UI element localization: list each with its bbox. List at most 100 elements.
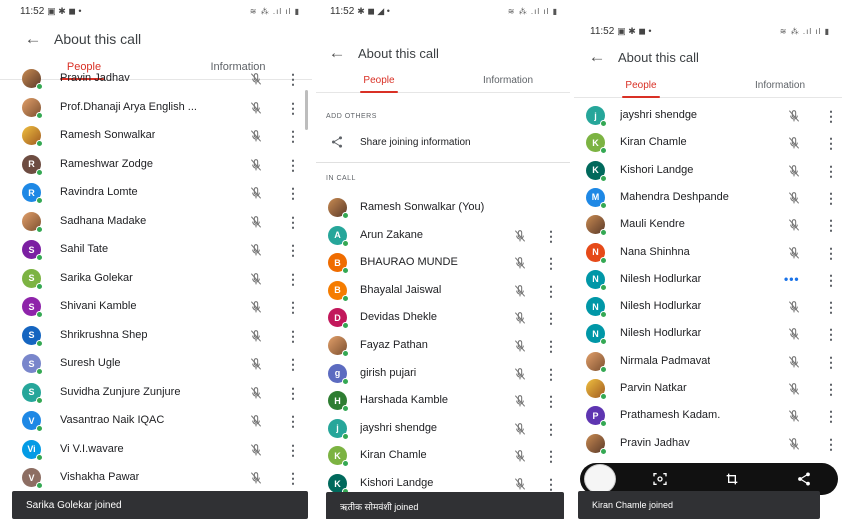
thumbnail-preview[interactable] (584, 464, 616, 494)
mic-off-icon[interactable] (786, 436, 802, 452)
mic-off-icon[interactable] (512, 476, 528, 492)
mic-off-icon[interactable] (248, 413, 264, 429)
more-vert-icon[interactable]: ⋮ (824, 108, 838, 124)
mic-off-icon[interactable] (512, 421, 528, 437)
mic-off-icon[interactable] (512, 228, 528, 244)
mic-off-icon[interactable] (248, 299, 264, 315)
participant-row[interactable]: M Mahendra Deshpande ⋮ (574, 184, 842, 212)
mic-off-icon[interactable] (512, 338, 528, 354)
more-vert-icon[interactable]: ⋮ (286, 413, 300, 429)
participant-row[interactable]: S Suvidha Zunjure Zunjure ⋮ (0, 379, 312, 407)
more-vert-icon[interactable]: ⋮ (544, 448, 558, 464)
back-arrow-icon[interactable]: ← (582, 47, 612, 67)
mic-off-icon[interactable] (248, 128, 264, 144)
more-vert-icon[interactable]: ⋮ (286, 242, 300, 258)
participant-row[interactable]: S Suresh Ugle ⋮ (0, 350, 312, 378)
more-vert-icon[interactable]: ⋮ (824, 408, 838, 424)
participant-row[interactable]: B Bhayalal Jaiswal ⋮ (316, 277, 570, 305)
mic-off-icon[interactable] (512, 255, 528, 271)
more-vert-icon[interactable]: ⋮ (824, 381, 838, 397)
share-joining-info-row[interactable]: Share joining information (316, 130, 570, 156)
participant-row[interactable]: N Nilesh Hodlurkar ⋮ (574, 293, 842, 321)
mic-off-icon[interactable] (248, 157, 264, 173)
mic-off-icon[interactable] (248, 185, 264, 201)
more-vert-icon[interactable]: ⋮ (824, 354, 838, 370)
mic-off-icon[interactable] (248, 328, 264, 344)
more-vert-icon[interactable]: ⋮ (824, 436, 838, 452)
mic-off-icon[interactable] (786, 163, 802, 179)
participant-row[interactable]: S Shivani Kamble ⋮ (0, 293, 312, 321)
more-vert-icon[interactable]: ⋮ (824, 163, 838, 179)
more-vert-icon[interactable]: ⋮ (544, 255, 558, 271)
mic-off-icon[interactable] (512, 283, 528, 299)
mic-off-icon[interactable] (786, 408, 802, 424)
participant-row[interactable]: D Devidas Dhekle ⋮ (316, 304, 570, 332)
participant-row[interactable]: N Nana Shinhna ⋮ (574, 239, 842, 267)
more-vert-icon[interactable]: ⋮ (286, 128, 300, 144)
mic-off-icon[interactable] (248, 271, 264, 287)
mic-off-icon[interactable] (512, 366, 528, 382)
participant-row[interactable]: Nirmala Padmavat ⋮ (574, 348, 842, 376)
more-vert-icon[interactable]: ⋮ (824, 299, 838, 315)
mic-off-icon[interactable] (248, 442, 264, 458)
more-vert-icon[interactable]: ⋮ (544, 338, 558, 354)
more-vert-icon[interactable]: ⋮ (824, 326, 838, 342)
participant-row[interactable]: Ramesh Sonwalkar ⋮ (0, 122, 312, 150)
participant-row[interactable]: Pravin Jadhav ⋮ (574, 430, 842, 458)
more-vert-icon[interactable]: ⋮ (544, 310, 558, 326)
participant-row[interactable]: S Sarika Golekar ⋮ (0, 265, 312, 293)
more-vert-icon[interactable]: ⋮ (544, 283, 558, 299)
more-vert-icon[interactable]: ⋮ (824, 190, 838, 206)
participant-row[interactable]: S Sahil Tate ⋮ (0, 236, 312, 264)
participant-row[interactable]: Ramesh Sonwalkar (You) (316, 194, 570, 222)
participant-row[interactable]: Prof.Dhanaji Arya English ... ⋮ (0, 94, 312, 122)
more-vert-icon[interactable]: ⋮ (824, 272, 838, 288)
participant-row[interactable]: V Vishakha Pawar ⋮ (0, 464, 312, 492)
participant-row[interactable]: K Kiran Chamle ⋮ (316, 442, 570, 470)
participant-row[interactable]: A Arun Zakane ⋮ (316, 222, 570, 250)
more-vert-icon[interactable]: ⋮ (286, 442, 300, 458)
participant-row[interactable]: K Kiran Chamle ⋮ (574, 129, 842, 157)
mic-off-icon[interactable] (786, 190, 802, 206)
back-arrow-icon[interactable]: ← (322, 43, 352, 63)
participant-row[interactable]: Vi Vi V.I.wavare ⋮ (0, 436, 312, 464)
mic-off-icon[interactable] (248, 100, 264, 116)
participant-row[interactable]: R Ravindra Lomte ⋮ (0, 179, 312, 207)
mic-off-icon[interactable] (786, 354, 802, 370)
mic-off-icon[interactable] (248, 356, 264, 372)
tab-people[interactable]: People (618, 72, 664, 98)
more-vert-icon[interactable]: ⋮ (286, 214, 300, 230)
mic-off-icon[interactable] (786, 299, 802, 315)
more-vert-icon[interactable]: ⋮ (824, 245, 838, 261)
more-vert-icon[interactable]: ⋮ (824, 217, 838, 233)
participant-row[interactable]: K Kishori Landge ⋮ (574, 157, 842, 185)
participant-row[interactable]: Sadhana Madake ⋮ (0, 208, 312, 236)
scrollbar[interactable] (305, 90, 308, 130)
more-vert-icon[interactable]: ⋮ (544, 476, 558, 492)
more-vert-icon[interactable]: ⋮ (286, 356, 300, 372)
mic-off-icon[interactable] (786, 135, 802, 151)
participant-row[interactable]: Fayaz Pathan ⋮ (316, 332, 570, 360)
participant-row[interactable]: H Harshada Kamble ⋮ (316, 387, 570, 415)
participant-row[interactable]: g girish pujari ⋮ (316, 360, 570, 388)
mic-off-icon[interactable] (248, 385, 264, 401)
mic-off-icon[interactable] (512, 448, 528, 464)
mic-off-icon[interactable] (248, 470, 264, 486)
more-vert-icon[interactable]: ⋮ (286, 328, 300, 344)
more-vert-icon[interactable]: ⋮ (544, 421, 558, 437)
participant-row[interactable]: Mauli Kendre ⋮ (574, 211, 842, 239)
mic-off-icon[interactable] (248, 214, 264, 230)
participant-row[interactable]: N Nilesh Hodlurkar ⋮ (574, 320, 842, 348)
more-vert-icon[interactable]: ⋮ (286, 385, 300, 401)
tab-people[interactable]: People (356, 67, 402, 93)
mic-off-icon[interactable] (786, 217, 802, 233)
crop-rotate-icon[interactable] (724, 471, 740, 487)
tab-information[interactable]: Information (468, 67, 548, 93)
more-vert-icon[interactable]: ⋮ (544, 393, 558, 409)
share-icon[interactable] (796, 471, 812, 487)
participant-row[interactable]: P Prathamesh Kadam. ⋮ (574, 402, 842, 430)
mic-off-icon[interactable] (786, 326, 802, 342)
participant-row[interactable]: B BHAURAO MUNDE ⋮ (316, 249, 570, 277)
participant-row[interactable]: R Rameshwar Zodge ⋮ (0, 151, 312, 179)
more-vert-icon[interactable]: ⋮ (286, 299, 300, 315)
